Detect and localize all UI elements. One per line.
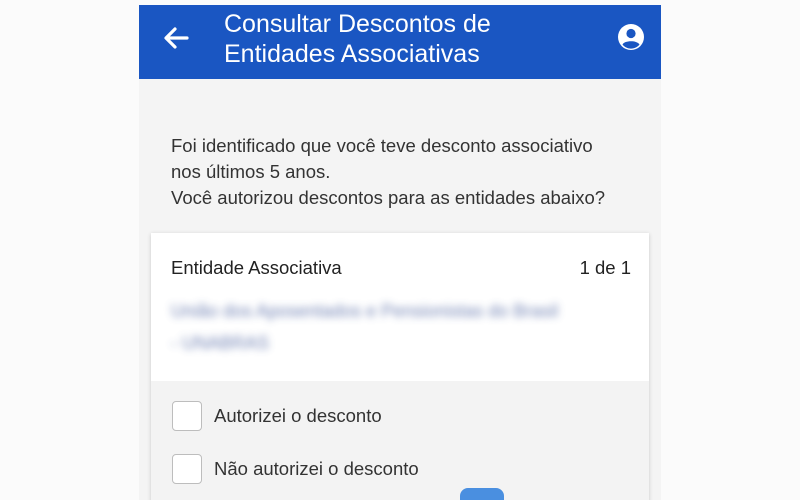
authorization-options: Autorizei o desconto Não autorizei o des… xyxy=(151,381,649,500)
not-authorized-checkbox[interactable] xyxy=(172,454,202,484)
intro-line-3: Você autorizou descontos para as entidad… xyxy=(171,187,606,208)
intro-text: Foi identificado que você teve desconto … xyxy=(171,133,641,211)
card-header: Entidade Associativa 1 de 1 xyxy=(171,257,631,283)
arrow-left-icon xyxy=(164,27,189,49)
account-circle-icon xyxy=(618,24,644,50)
entity-card: Entidade Associativa 1 de 1 União dos Ap… xyxy=(151,233,649,500)
partial-action-button[interactable] xyxy=(460,488,504,500)
card-label: Entidade Associativa xyxy=(171,257,342,278)
account-button[interactable] xyxy=(617,23,645,51)
authorized-checkbox[interactable] xyxy=(172,401,202,431)
page-title-line-2: Entidades Associativas xyxy=(224,40,480,68)
option-not-authorized[interactable]: Não autorizei o desconto xyxy=(172,454,632,488)
intro-line-2: nos últimos 5 anos. xyxy=(171,161,331,182)
back-button[interactable] xyxy=(161,23,191,53)
page-title-line-1: Consultar Descontos de xyxy=(224,10,491,38)
page-title: Consultar Descontos de Entidades Associa… xyxy=(224,9,584,69)
option-not-authorized-label: Não autorizei o desconto xyxy=(214,458,419,479)
app-screen: Consultar Descontos de Entidades Associa… xyxy=(139,5,661,500)
intro-line-1: Foi identificado que você teve desconto … xyxy=(171,135,593,156)
option-authorized[interactable]: Autorizei o desconto xyxy=(172,401,632,435)
option-authorized-label: Autorizei o desconto xyxy=(214,405,382,426)
entity-name: União dos Aposentados e Pensionistas do … xyxy=(171,295,591,359)
page: Consultar Descontos de Entidades Associa… xyxy=(0,0,800,500)
app-bar: Consultar Descontos de Entidades Associa… xyxy=(139,5,661,79)
card-counter: 1 de 1 xyxy=(579,257,631,278)
entity-name-line-2: - UNABRAS xyxy=(171,333,270,353)
entity-name-line-1: União dos Aposentados e Pensionistas do … xyxy=(171,301,559,321)
